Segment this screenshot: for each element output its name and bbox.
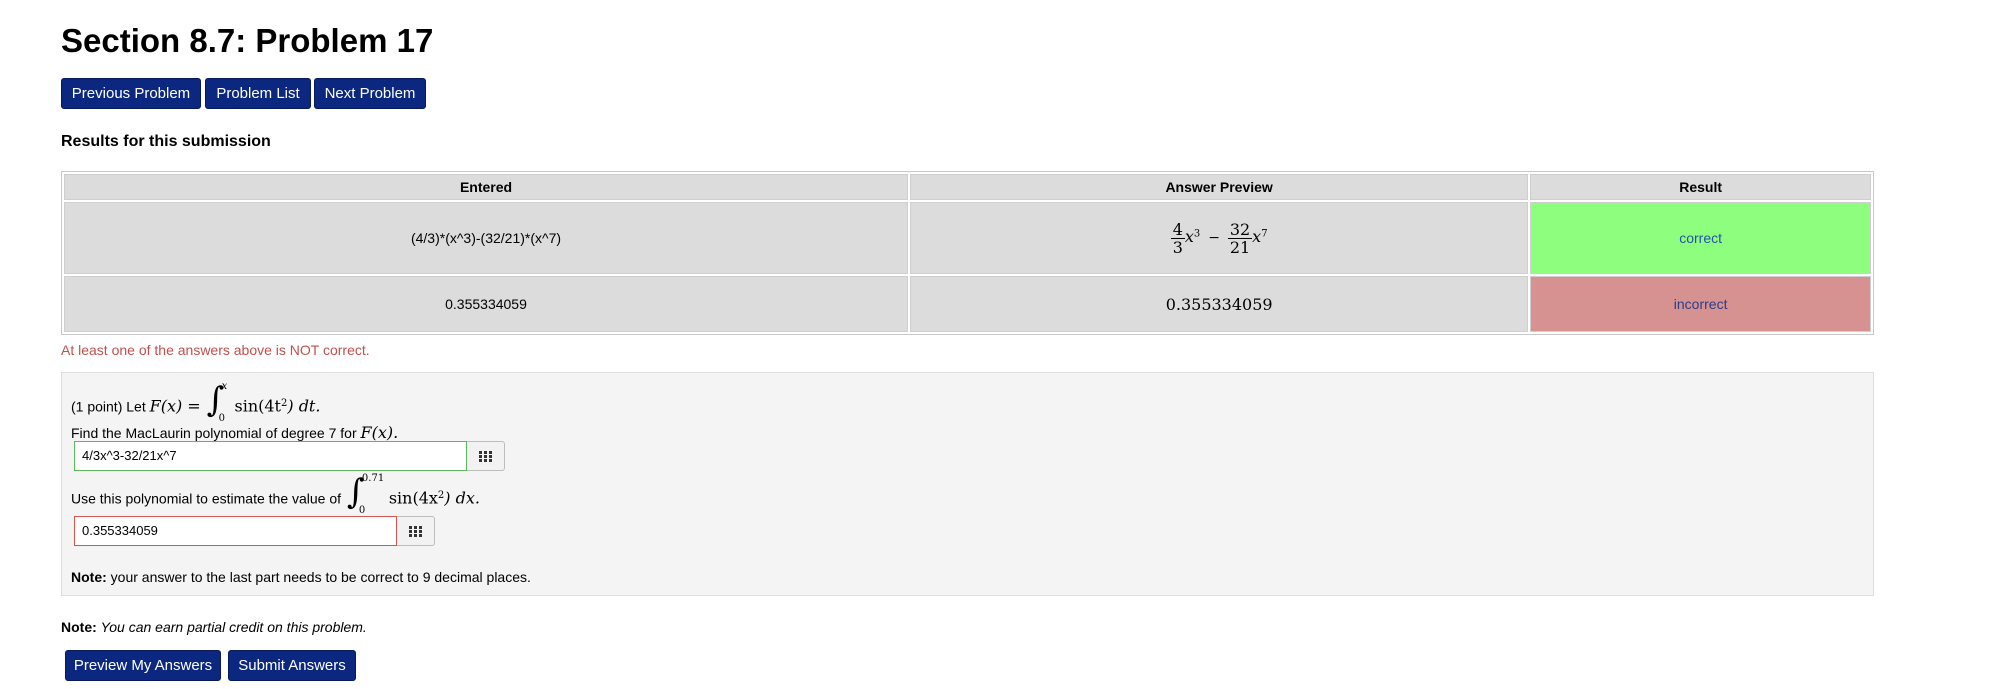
use-text: Use this polynomial to estimate the valu… <box>71 490 342 507</box>
find-text: Find the MacLaurin polynomial of degree … <box>71 425 357 441</box>
math-exponent: 7 <box>1261 228 1268 240</box>
result-cell-incorrect: incorrect <box>1530 276 1871 332</box>
preview-answers-button[interactable]: Preview My Answers <box>65 650 221 681</box>
submit-answers-button[interactable]: Submit Answers <box>228 650 356 681</box>
table-row: 0.355334059 0.355334059 incorrect <box>64 276 1871 332</box>
fraction-numerator: 4 <box>1170 219 1185 239</box>
math-operator: − <box>1208 229 1220 246</box>
note-label: Note: <box>71 569 107 585</box>
equation-editor-button[interactable] <box>467 441 505 471</box>
answer-input-estimate[interactable]: 0.355334059 <box>74 516 397 546</box>
integral-sign: ∫ 0.71 0 <box>345 471 385 521</box>
note-label: Note: <box>61 619 97 635</box>
fraction: 32 21 <box>1227 219 1253 257</box>
warning-message: At least one of the answers above is NOT… <box>61 342 370 358</box>
answer-preview-cell: 4 3 x3 − 32 21 x7 <box>910 202 1529 274</box>
result-cell-correct: correct <box>1530 202 1871 274</box>
answer-preview-cell: 0.355334059 <box>910 276 1529 332</box>
previous-problem-button[interactable]: Previous Problem <box>61 78 201 109</box>
problem-note: Note: your answer to the last part needs… <box>71 569 531 585</box>
fraction-denominator: 3 <box>1172 237 1183 257</box>
math-variable: x <box>1252 226 1262 246</box>
find-instruction: Find the MacLaurin polynomial of degree … <box>71 424 398 442</box>
grid-icon <box>408 525 422 537</box>
column-header-result: Result <box>1530 174 1871 200</box>
problem-body: (1 point) Let F(x) = ∫ x 0 sin(4t2) dt. … <box>61 372 1874 596</box>
problem-definition: (1 point) Let F(x) = ∫ x 0 sin(4t2) dt. <box>71 379 320 429</box>
fraction-numerator: 32 <box>1227 219 1253 239</box>
equation-editor-button[interactable] <box>397 516 435 546</box>
entered-cell: (4/3)*(x^3)-(32/21)*(x^7) <box>64 202 909 274</box>
integrand: sin(4t <box>234 396 281 416</box>
math-exponent: 3 <box>1193 228 1201 240</box>
results-heading: Results for this submission <box>61 133 271 150</box>
results-table: Entered Answer Preview Result (4/3)*(x^3… <box>61 171 1874 335</box>
note-text: your answer to the last part needs to be… <box>106 569 531 585</box>
column-header-entered: Entered <box>64 174 909 200</box>
math-variable: x <box>1184 226 1194 246</box>
fraction: 4 3 <box>1170 219 1185 257</box>
integrand: sin(4x <box>388 488 438 508</box>
partial-credit-note: Note: You can earn partial credit on thi… <box>61 619 367 635</box>
integrand-tail: ) dx. <box>444 488 480 508</box>
integral-sign: ∫ x 0 <box>205 379 231 429</box>
grid-icon <box>478 450 492 462</box>
entered-cell: 0.355334059 <box>64 276 909 332</box>
math-function: F(x). <box>360 423 399 442</box>
integrand-tail: ) dt. <box>287 396 321 416</box>
note-text: You can earn partial credit on this prob… <box>100 619 367 635</box>
answer-input-polynomial[interactable]: 4/3x^3-32/21x^7 <box>74 441 467 471</box>
estimate-instruction: Use this polynomial to estimate the valu… <box>71 471 480 521</box>
page-title: Section 8.7: Problem 17 <box>61 22 434 59</box>
next-problem-button[interactable]: Next Problem <box>314 78 426 109</box>
points-text: (1 point) Let <box>71 398 146 415</box>
math-function: F(x) = <box>149 396 201 416</box>
table-row: (4/3)*(x^3)-(32/21)*(x^7) 4 3 x3 − 32 21… <box>64 202 1871 274</box>
problem-list-button[interactable]: Problem List <box>205 78 311 109</box>
column-header-answer-preview: Answer Preview <box>910 174 1529 200</box>
table-header-row: Entered Answer Preview Result <box>64 174 1871 200</box>
fraction-denominator: 21 <box>1229 237 1251 257</box>
